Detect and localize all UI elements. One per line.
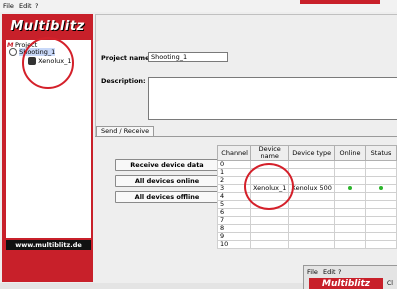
device-type-cell[interactable] (288, 200, 335, 209)
online-cell[interactable] (333, 240, 367, 249)
app-window: File Edit ? Multiblitz M Project Shooting… (0, 0, 397, 289)
status-cell[interactable] (365, 192, 397, 201)
annotation-circle-device-row (244, 163, 294, 210)
device-name-cell[interactable] (249, 232, 290, 241)
annotation-circle-tree (22, 37, 74, 89)
status-cell[interactable] (365, 240, 397, 249)
status-cell[interactable] (365, 208, 397, 217)
status-cell[interactable] (365, 168, 397, 177)
status-cell[interactable] (365, 232, 397, 241)
online-cell[interactable] (333, 224, 367, 233)
tab-send-receive[interactable]: Send / Receive (96, 126, 155, 136)
device-name-cell[interactable] (249, 216, 290, 225)
project-icon (9, 48, 17, 56)
column-header-status[interactable]: Status (365, 145, 397, 161)
table-row[interactable]: 0 (217, 160, 397, 169)
status-cell[interactable] (365, 224, 397, 233)
status-cell[interactable] (365, 184, 397, 193)
project-name-input[interactable]: Shooting_1 (148, 52, 228, 62)
second-window: File Edit ? Multiblitz Cl (303, 265, 397, 289)
online-cell[interactable] (333, 208, 367, 217)
description-label: Description: (101, 77, 146, 85)
table-row[interactable]: 9 (217, 232, 397, 241)
online-cell[interactable] (333, 200, 367, 209)
column-header-device-name[interactable]: Device name (249, 145, 290, 161)
device-name-cell[interactable] (249, 224, 290, 233)
online-cell[interactable] (333, 216, 367, 225)
table-row[interactable]: 8 (217, 224, 397, 233)
menu-edit[interactable]: Edit (19, 2, 32, 10)
all-devices-offline-button[interactable]: All devices offline (115, 191, 219, 203)
device-type-cell[interactable] (288, 224, 335, 233)
website-link[interactable]: www.multiblitz.de (6, 240, 91, 250)
status-cell[interactable] (365, 160, 397, 169)
device-type-cell[interactable] (288, 216, 335, 225)
all-devices-online-button[interactable]: All devices online (115, 175, 219, 187)
second-partial-label: Cl (387, 280, 393, 287)
online-cell[interactable] (333, 160, 367, 169)
status-cell[interactable] (365, 216, 397, 225)
device-table: Channel Device name Device type Online S… (217, 145, 397, 249)
status-cell[interactable] (365, 200, 397, 209)
online-cell[interactable] (333, 232, 367, 241)
device-type-cell[interactable] (288, 208, 335, 217)
table-header-row: Channel Device name Device type Online S… (217, 145, 397, 161)
column-header-online[interactable]: Online (333, 145, 367, 161)
device-type-cell[interactable]: Xenolux 500 (288, 184, 335, 193)
channel-cell[interactable]: 10 (217, 240, 251, 249)
device-name-cell[interactable] (249, 240, 290, 249)
table-row[interactable]: 1 (217, 168, 397, 177)
send-receive-panel: Receive device data All devices online A… (95, 136, 397, 283)
receive-device-data-button[interactable]: Receive device data (115, 159, 219, 171)
online-cell[interactable] (333, 192, 367, 201)
project-name-label: Project name: (101, 54, 153, 62)
column-header-channel[interactable]: Channel (217, 145, 251, 161)
menu-help[interactable]: ? (35, 2, 38, 10)
device-type-cell[interactable] (288, 232, 335, 241)
device-type-cell[interactable] (288, 240, 335, 249)
second-menu-help[interactable]: ? (338, 268, 341, 276)
online-cell[interactable] (333, 176, 367, 185)
second-menu-file[interactable]: File (307, 268, 318, 276)
table-row[interactable]: 7 (217, 216, 397, 225)
column-header-device-type[interactable]: Device type (288, 145, 335, 161)
device-type-cell[interactable] (288, 192, 335, 201)
device-type-cell[interactable] (288, 160, 335, 169)
menu-file[interactable]: File (3, 2, 14, 10)
description-textarea[interactable] (148, 77, 397, 120)
second-multiblitz-logo: Multiblitz (309, 278, 383, 289)
table-row[interactable]: 10 (217, 240, 397, 249)
background-window-strip (300, 0, 380, 4)
tab-bar: Send / Receive (95, 126, 397, 136)
status-cell[interactable] (365, 176, 397, 185)
online-cell[interactable] (333, 168, 367, 177)
status-bar (0, 283, 303, 289)
online-indicator-icon (347, 186, 352, 190)
online-cell[interactable] (333, 184, 367, 193)
table-row[interactable]: 5 (217, 200, 397, 209)
status-indicator-icon (379, 186, 384, 190)
second-menu-edit[interactable]: Edit (323, 268, 336, 276)
multiblitz-logo: Multiblitz (10, 18, 85, 34)
table-row[interactable]: 6 (217, 208, 397, 217)
device-type-cell[interactable] (288, 168, 335, 177)
